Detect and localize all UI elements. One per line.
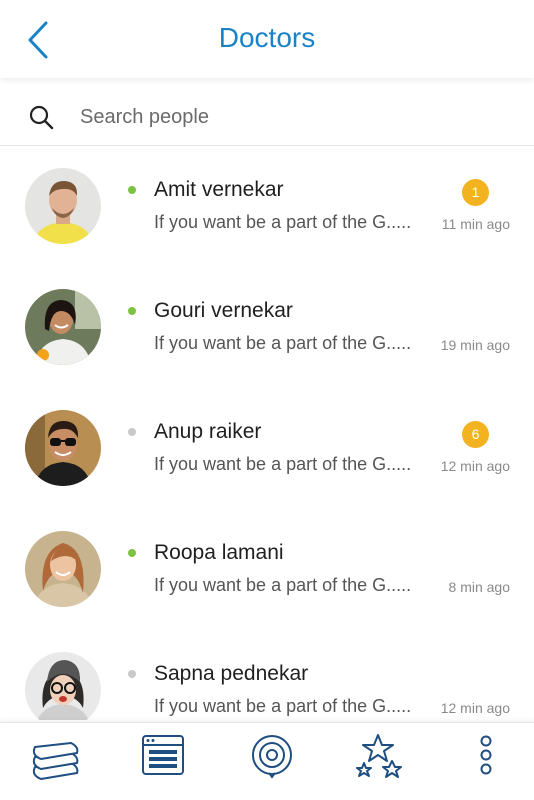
contact-message-preview: If you want be a part of the G..... bbox=[154, 212, 412, 232]
online-status-dot bbox=[128, 307, 136, 315]
avatar-photo bbox=[25, 168, 101, 244]
bottom-navigation bbox=[0, 722, 534, 800]
contact-name: Gouri vernekar bbox=[154, 299, 293, 322]
message-time: 8 min ago bbox=[448, 579, 510, 595]
nav-more-button[interactable] bbox=[456, 733, 516, 791]
target-icon bbox=[252, 735, 292, 779]
avatar-photo bbox=[25, 652, 101, 720]
search-bar bbox=[0, 88, 534, 146]
nav-stars-button[interactable] bbox=[348, 733, 408, 791]
layers-icon bbox=[32, 742, 79, 780]
avatar bbox=[25, 652, 101, 720]
contact-message-preview: If you want be a part of the G..... bbox=[154, 333, 412, 353]
avatar bbox=[25, 289, 101, 365]
contact-list: Amit vernekar If you want be a part of t… bbox=[0, 146, 534, 720]
nav-target-button[interactable] bbox=[242, 733, 302, 791]
contact-row[interactable]: Anup raiker If you want be a part of the… bbox=[0, 388, 534, 509]
avatar-photo bbox=[25, 289, 101, 365]
message-time: 19 min ago bbox=[440, 337, 510, 353]
contact-row[interactable]: Gouri vernekar If you want be a part of … bbox=[0, 267, 534, 388]
more-vertical-icon bbox=[480, 735, 492, 775]
contact-name: Anup raiker bbox=[154, 420, 262, 443]
message-time: 11 min ago bbox=[441, 216, 510, 232]
contact-name: Roopa lamani bbox=[154, 541, 284, 564]
nav-layers-button[interactable] bbox=[26, 733, 86, 791]
contact-row[interactable]: Roopa lamani If you want be a part of th… bbox=[0, 509, 534, 630]
unread-badge: 1 bbox=[462, 179, 489, 206]
message-time: 12 min ago bbox=[440, 458, 510, 474]
message-time: 12 min ago bbox=[440, 700, 510, 716]
avatar bbox=[25, 410, 101, 486]
avatar bbox=[25, 531, 101, 607]
stars-icon bbox=[356, 734, 402, 778]
contact-message-preview: If you want be a part of the G..... bbox=[154, 575, 412, 595]
contact-name: Amit vernekar bbox=[154, 178, 284, 201]
online-status-dot bbox=[128, 186, 136, 194]
page-title: Doctors bbox=[218, 22, 316, 53]
contact-name: Sapna pednekar bbox=[154, 662, 309, 685]
nav-news-button[interactable] bbox=[133, 733, 193, 791]
app-header: Doctors bbox=[0, 0, 534, 78]
avatar-photo bbox=[25, 410, 101, 486]
contact-message-preview: If you want be a part of the G..... bbox=[154, 696, 412, 716]
contact-message-preview: If you want be a part of the G..... bbox=[154, 454, 412, 474]
contact-row[interactable]: Sapna pednekar If you want be a part of … bbox=[0, 630, 534, 720]
offline-status-dot bbox=[128, 670, 136, 678]
avatar-photo bbox=[25, 531, 101, 607]
contact-row[interactable]: Amit vernekar If you want be a part of t… bbox=[0, 146, 534, 267]
online-status-dot bbox=[128, 549, 136, 557]
search-input[interactable] bbox=[80, 100, 500, 134]
news-icon bbox=[142, 735, 184, 775]
search-icon bbox=[29, 105, 54, 130]
unread-badge: 6 bbox=[462, 421, 489, 448]
avatar bbox=[25, 168, 101, 244]
offline-status-dot bbox=[128, 428, 136, 436]
